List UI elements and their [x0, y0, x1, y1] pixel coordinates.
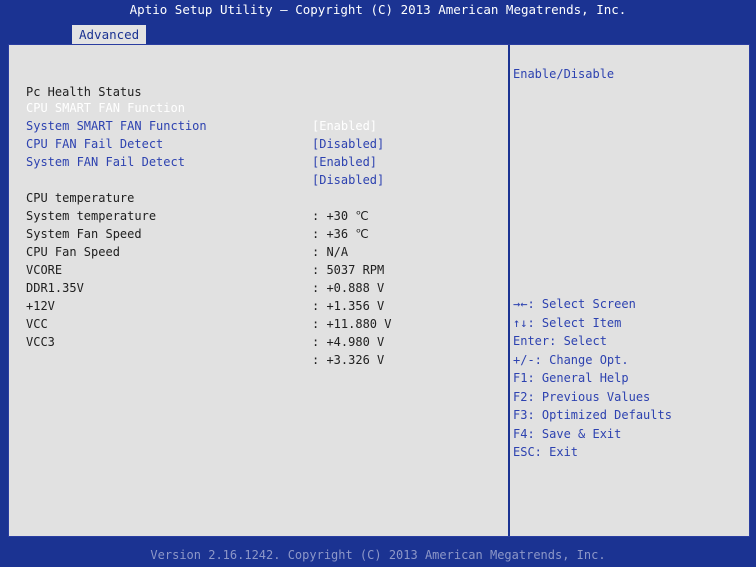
reading-cpu-fan-speed: CPU Fan Speed : 5037 RPM — [26, 245, 385, 277]
option-system-smart-fan[interactable]: System SMART FAN Function [Disabled] — [26, 99, 384, 151]
option-system-fan-fail-detect[interactable]: System FAN Fail Detect [Disabled] — [26, 135, 384, 187]
reading-ddr: DDR1.35V : +1.356 V — [26, 281, 385, 313]
key-esc-exit: ESC: Exit — [513, 445, 579, 459]
reading-vcc3: VCC3 : +3.326 V — [26, 335, 385, 367]
reading-system-fan-speed: System Fan Speed : N/A — [26, 227, 349, 259]
reading-system-temperature: System temperature : +36 ℃ — [26, 209, 369, 241]
help-pane: Enable/Disable →←: Select Screen ↑↓: Sel… — [513, 65, 745, 535]
main-panel: Pc Health Status CPU SMART FAN Function … — [8, 44, 750, 537]
key-previous-values: F2: Previous Values — [513, 389, 651, 404]
reading-12v: +12V : +11.880 V — [26, 299, 392, 331]
option-value: [Disabled] — [312, 173, 385, 187]
option-value: [Enabled] — [312, 155, 378, 169]
panel-divider — [508, 45, 510, 536]
key-select-screen: →←: Select Screen — [513, 297, 636, 311]
footer-version: Version 2.16.1242. Copyright (C) 2013 Am… — [150, 548, 606, 562]
key-legend: →←: Select Screen ↑↓: Select Item Enter:… — [513, 295, 672, 462]
key-enter-select: Enter: Select — [513, 334, 607, 348]
key-optimized-defaults: F3: Optimized Defaults — [513, 408, 672, 422]
key-select-item: ↑↓: Select Item — [513, 315, 622, 330]
key-save-exit: F4: Save & Exit — [513, 426, 622, 441]
reading-vcc: VCC : +4.980 V — [26, 317, 385, 349]
tab-advanced[interactable]: Advanced — [72, 25, 147, 44]
reading-vcore: VCORE : +0.888 V — [26, 263, 385, 295]
option-value: [Disabled] — [312, 137, 385, 151]
option-value: [Enabled] — [312, 119, 378, 133]
key-change-opt: +/-: Change Opt. — [513, 352, 629, 367]
tab-strip: Advanced — [72, 25, 147, 44]
option-cpu-fan-fail-detect[interactable]: CPU FAN Fail Detect [Enabled] — [26, 117, 377, 169]
window-title: Aptio Setup Utility – Copyright (C) 2013… — [129, 2, 627, 17]
option-label: System FAN Fail Detect — [26, 155, 185, 169]
reading-cpu-temperature: CPU temperature : +30 ℃ — [26, 191, 369, 223]
help-description: Enable/Disable — [513, 67, 615, 81]
key-general-help: F1: General Help — [513, 371, 629, 385]
option-cpu-smart-fan[interactable]: CPU SMART FAN Function [Enabled] — [26, 81, 377, 133]
